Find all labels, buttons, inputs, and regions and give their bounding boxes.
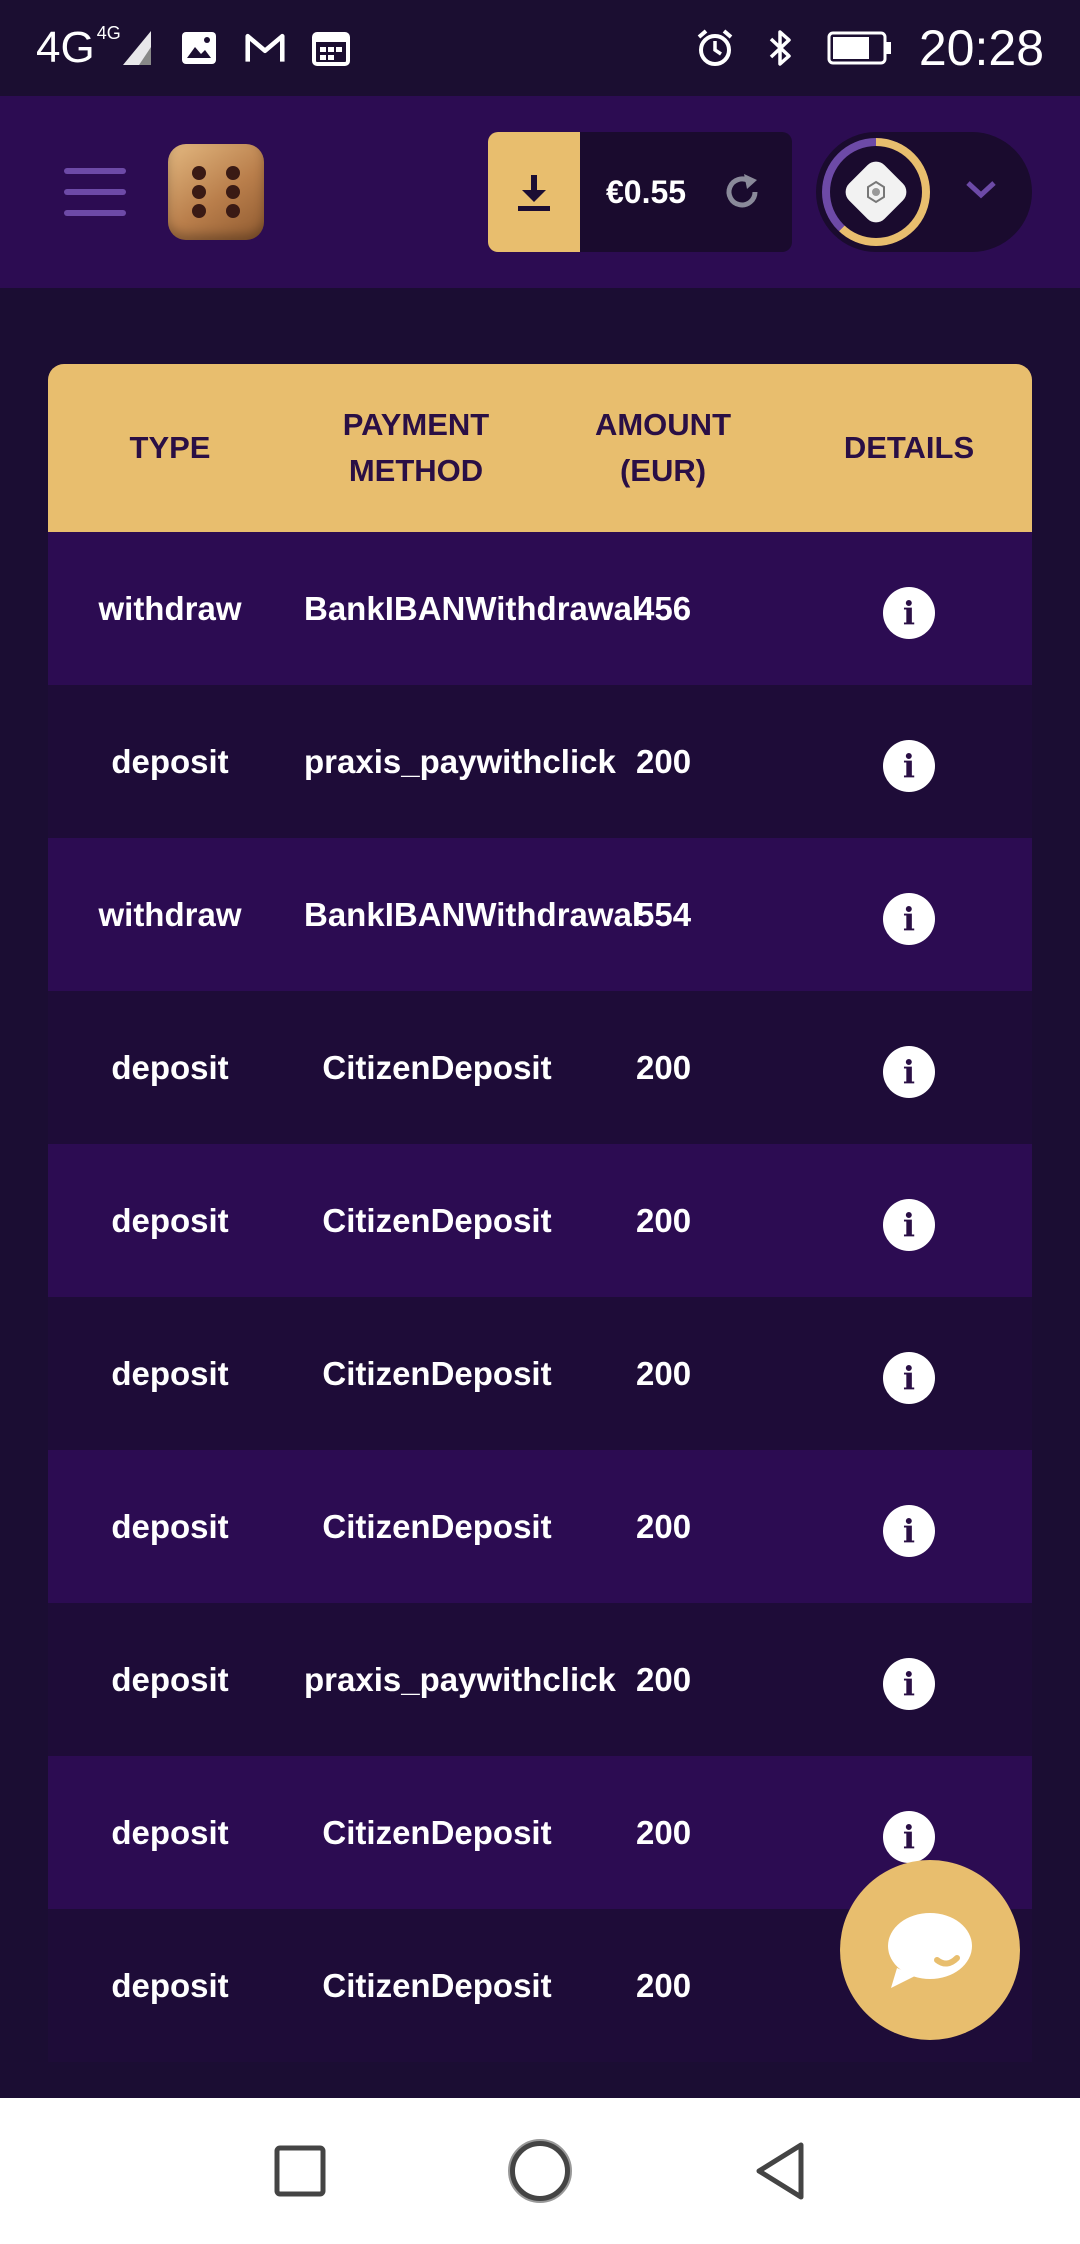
chat-bubble-icon xyxy=(888,1913,972,1988)
balance-amount: €0.55 xyxy=(606,173,687,210)
cell-payment-method: CitizenDeposit xyxy=(322,1201,552,1239)
level-ring xyxy=(822,138,930,246)
cell-type: deposit xyxy=(111,1048,229,1086)
table-row: deposit CitizenDeposit 200 i xyxy=(48,1450,1032,1603)
transactions-table: TYPE PAYMENT METHOD AMOUNT (EUR) DETAILS… xyxy=(48,364,1032,2064)
info-icon[interactable]: i xyxy=(883,586,935,639)
cell-amount: 200 xyxy=(636,1966,692,2004)
profile-menu[interactable] xyxy=(816,132,1032,252)
info-icon[interactable]: i xyxy=(883,739,935,792)
info-icon[interactable]: i xyxy=(883,1351,935,1404)
recents-button[interactable] xyxy=(260,2131,340,2211)
cell-amount: 200 xyxy=(636,1354,692,1392)
table-row: deposit CitizenDeposit 200 i xyxy=(48,1144,1032,1297)
alarm-icon xyxy=(695,28,735,68)
column-header-payment-method-line1: PAYMENT xyxy=(342,407,490,442)
table-row: deposit praxis_paywithclick 200 i xyxy=(48,1603,1032,1756)
cell-amount: 554 xyxy=(636,895,692,933)
column-header-type: TYPE xyxy=(129,430,211,465)
menu-icon[interactable] xyxy=(64,168,126,216)
cell-amount: 200 xyxy=(636,1660,692,1698)
cell-payment-method: CitizenDeposit xyxy=(322,1354,552,1392)
network-indicator: 4G 4G xyxy=(36,23,153,73)
cell-type: deposit xyxy=(111,1660,229,1698)
cell-payment-method: BankIBANWithdrawal xyxy=(304,895,642,933)
cell-payment-method: CitizenDeposit xyxy=(322,1048,552,1086)
back-button[interactable] xyxy=(740,2131,820,2211)
table-header: TYPE PAYMENT METHOD AMOUNT (EUR) DETAILS xyxy=(48,364,1032,532)
dice-logo[interactable] xyxy=(168,144,264,240)
cell-amount: 200 xyxy=(636,1048,692,1086)
calendar-icon xyxy=(311,28,351,68)
cell-amount: 200 xyxy=(636,1813,692,1851)
circle-icon xyxy=(508,2139,572,2203)
square-icon xyxy=(274,2145,326,2197)
back-triangle-icon xyxy=(756,2142,804,2200)
refresh-icon[interactable] xyxy=(722,172,762,212)
cell-type: deposit xyxy=(111,1201,229,1239)
cell-type: withdraw xyxy=(98,895,242,933)
cell-type: withdraw xyxy=(98,589,242,627)
status-bar: 4G 4G 20:28 xyxy=(0,0,1080,96)
column-header-details: DETAILS xyxy=(843,430,975,465)
network-sup-label: 4G xyxy=(96,23,121,43)
cell-amount: 456 xyxy=(636,589,692,627)
info-icon[interactable]: i xyxy=(883,1198,935,1251)
table-row: withdraw BankIBANWithdrawal 456 i xyxy=(48,532,1032,685)
table-row: deposit CitizenDeposit 200 i xyxy=(48,991,1032,1144)
column-header-amount: AMOUNT (EUR) xyxy=(540,402,786,494)
system-nav-bar xyxy=(0,2098,1080,2244)
balance-widget: €0.55 xyxy=(488,132,792,252)
home-button[interactable] xyxy=(500,2131,580,2211)
cell-payment-method: CitizenDeposit xyxy=(322,1813,552,1851)
cell-type: deposit xyxy=(111,1813,229,1851)
info-icon[interactable]: i xyxy=(883,1657,935,1710)
cell-payment-method: BankIBANWithdrawal xyxy=(304,589,642,627)
gmail-icon xyxy=(245,28,285,68)
signal-icon xyxy=(122,31,151,65)
cell-payment-method: CitizenDeposit xyxy=(322,1507,552,1545)
cell-amount: 200 xyxy=(636,1201,692,1239)
clock: 20:28 xyxy=(918,20,1044,76)
column-header-amount-line1: AMOUNT xyxy=(594,407,732,442)
column-header-payment-method-line2: METHOD xyxy=(348,453,484,488)
cell-type: deposit xyxy=(111,1966,229,2004)
info-icon[interactable]: i xyxy=(883,1810,935,1863)
avatar xyxy=(840,156,912,228)
table-row: deposit CitizenDeposit 200 i xyxy=(48,1297,1032,1450)
info-icon[interactable]: i xyxy=(883,1045,935,1098)
chevron-down-icon[interactable] xyxy=(964,178,998,205)
table-row: withdraw BankIBANWithdrawal 554 i xyxy=(48,838,1032,991)
cell-payment-method: praxis_paywithclick xyxy=(304,742,616,780)
cell-type: deposit xyxy=(111,742,229,780)
app-header: €0.55 xyxy=(0,96,1080,288)
info-icon[interactable]: i xyxy=(883,892,935,945)
battery-icon xyxy=(827,28,893,68)
image-icon xyxy=(179,28,219,68)
info-icon[interactable]: i xyxy=(883,1504,935,1557)
cell-type: deposit xyxy=(111,1507,229,1545)
cell-amount: 200 xyxy=(636,742,692,780)
cell-type: deposit xyxy=(111,1354,229,1392)
cell-payment-method: CitizenDeposit xyxy=(322,1966,552,2004)
column-header-amount-line2: (EUR) xyxy=(619,453,707,488)
cell-amount: 200 xyxy=(636,1507,692,1545)
table-row: deposit praxis_paywithclick 200 i xyxy=(48,685,1032,838)
cell-payment-method: praxis_paywithclick xyxy=(304,1660,616,1698)
download-icon[interactable] xyxy=(488,132,580,252)
column-header-payment-method: PAYMENT METHOD xyxy=(292,402,540,494)
chat-button[interactable] xyxy=(840,1860,1020,2040)
bluetooth-icon xyxy=(761,28,801,68)
network-label: 4G xyxy=(36,23,95,72)
